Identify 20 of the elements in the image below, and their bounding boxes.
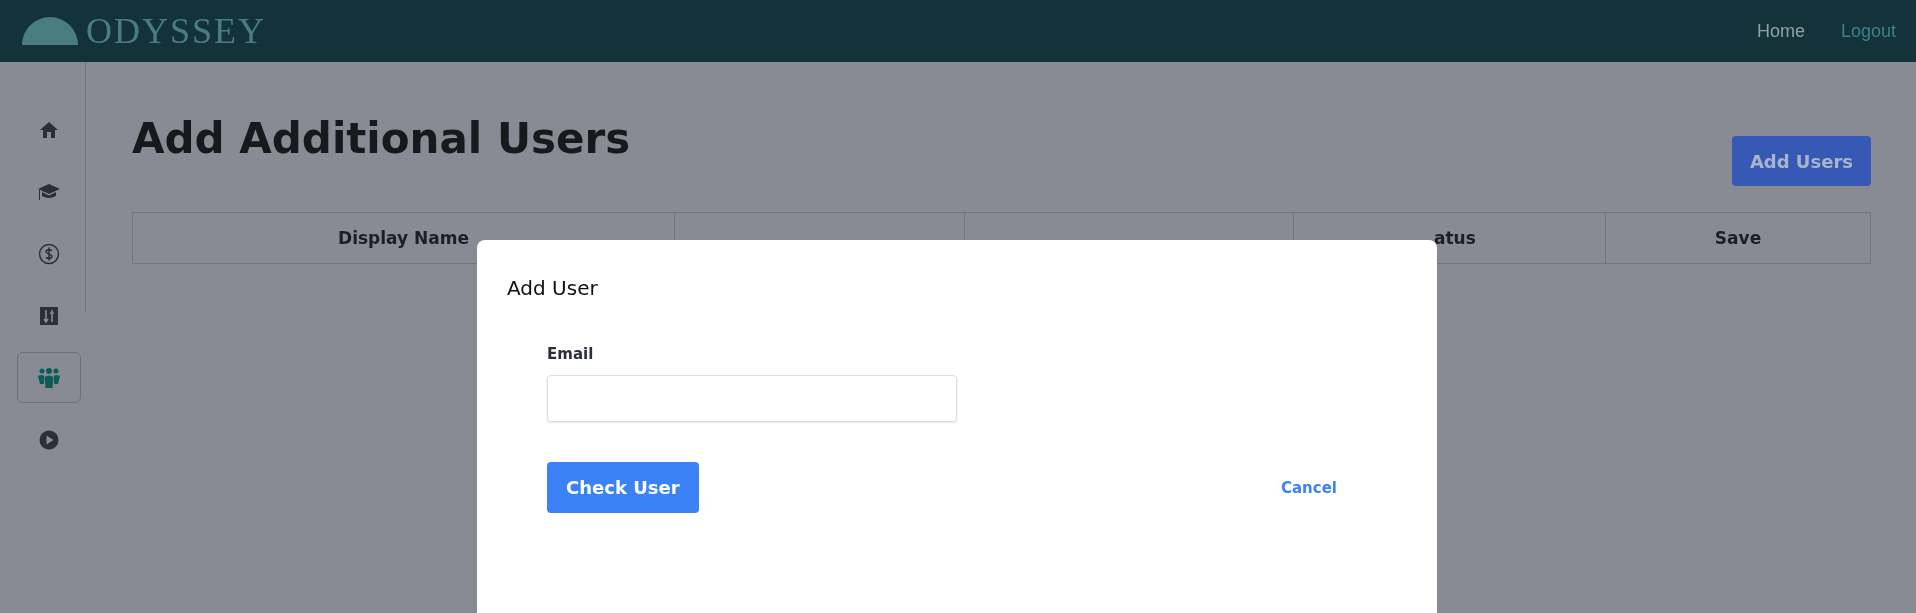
graduation-cap-icon <box>36 181 61 202</box>
logo-icon <box>22 17 78 45</box>
sliders-icon <box>38 305 59 326</box>
field-label: Email <box>547 345 595 363</box>
nav-link[interactable]: Logout <box>1840 20 1896 42</box>
play-icon <box>38 429 59 450</box>
cancel-link[interactable]: Cancel <box>1281 478 1337 497</box>
users-icon <box>36 366 61 389</box>
sidebar-item[interactable] <box>16 352 81 403</box>
email-field[interactable] <box>547 375 957 422</box>
table-header-cell: Save <box>1605 213 1870 263</box>
modal-title: Add User <box>507 276 599 300</box>
dollar-circle-icon <box>37 242 60 265</box>
nav-link[interactable]: Home <box>1756 20 1805 42</box>
logo-text: ODYSSEY <box>86 13 267 49</box>
home-icon <box>38 119 59 140</box>
check-user-button[interactable]: Check User <box>547 462 699 513</box>
table-header-cell-text: Display Name <box>337 227 470 250</box>
add-users-button[interactable]: Add Users <box>1731 136 1871 186</box>
page-title: Add Additional Users <box>132 113 631 165</box>
